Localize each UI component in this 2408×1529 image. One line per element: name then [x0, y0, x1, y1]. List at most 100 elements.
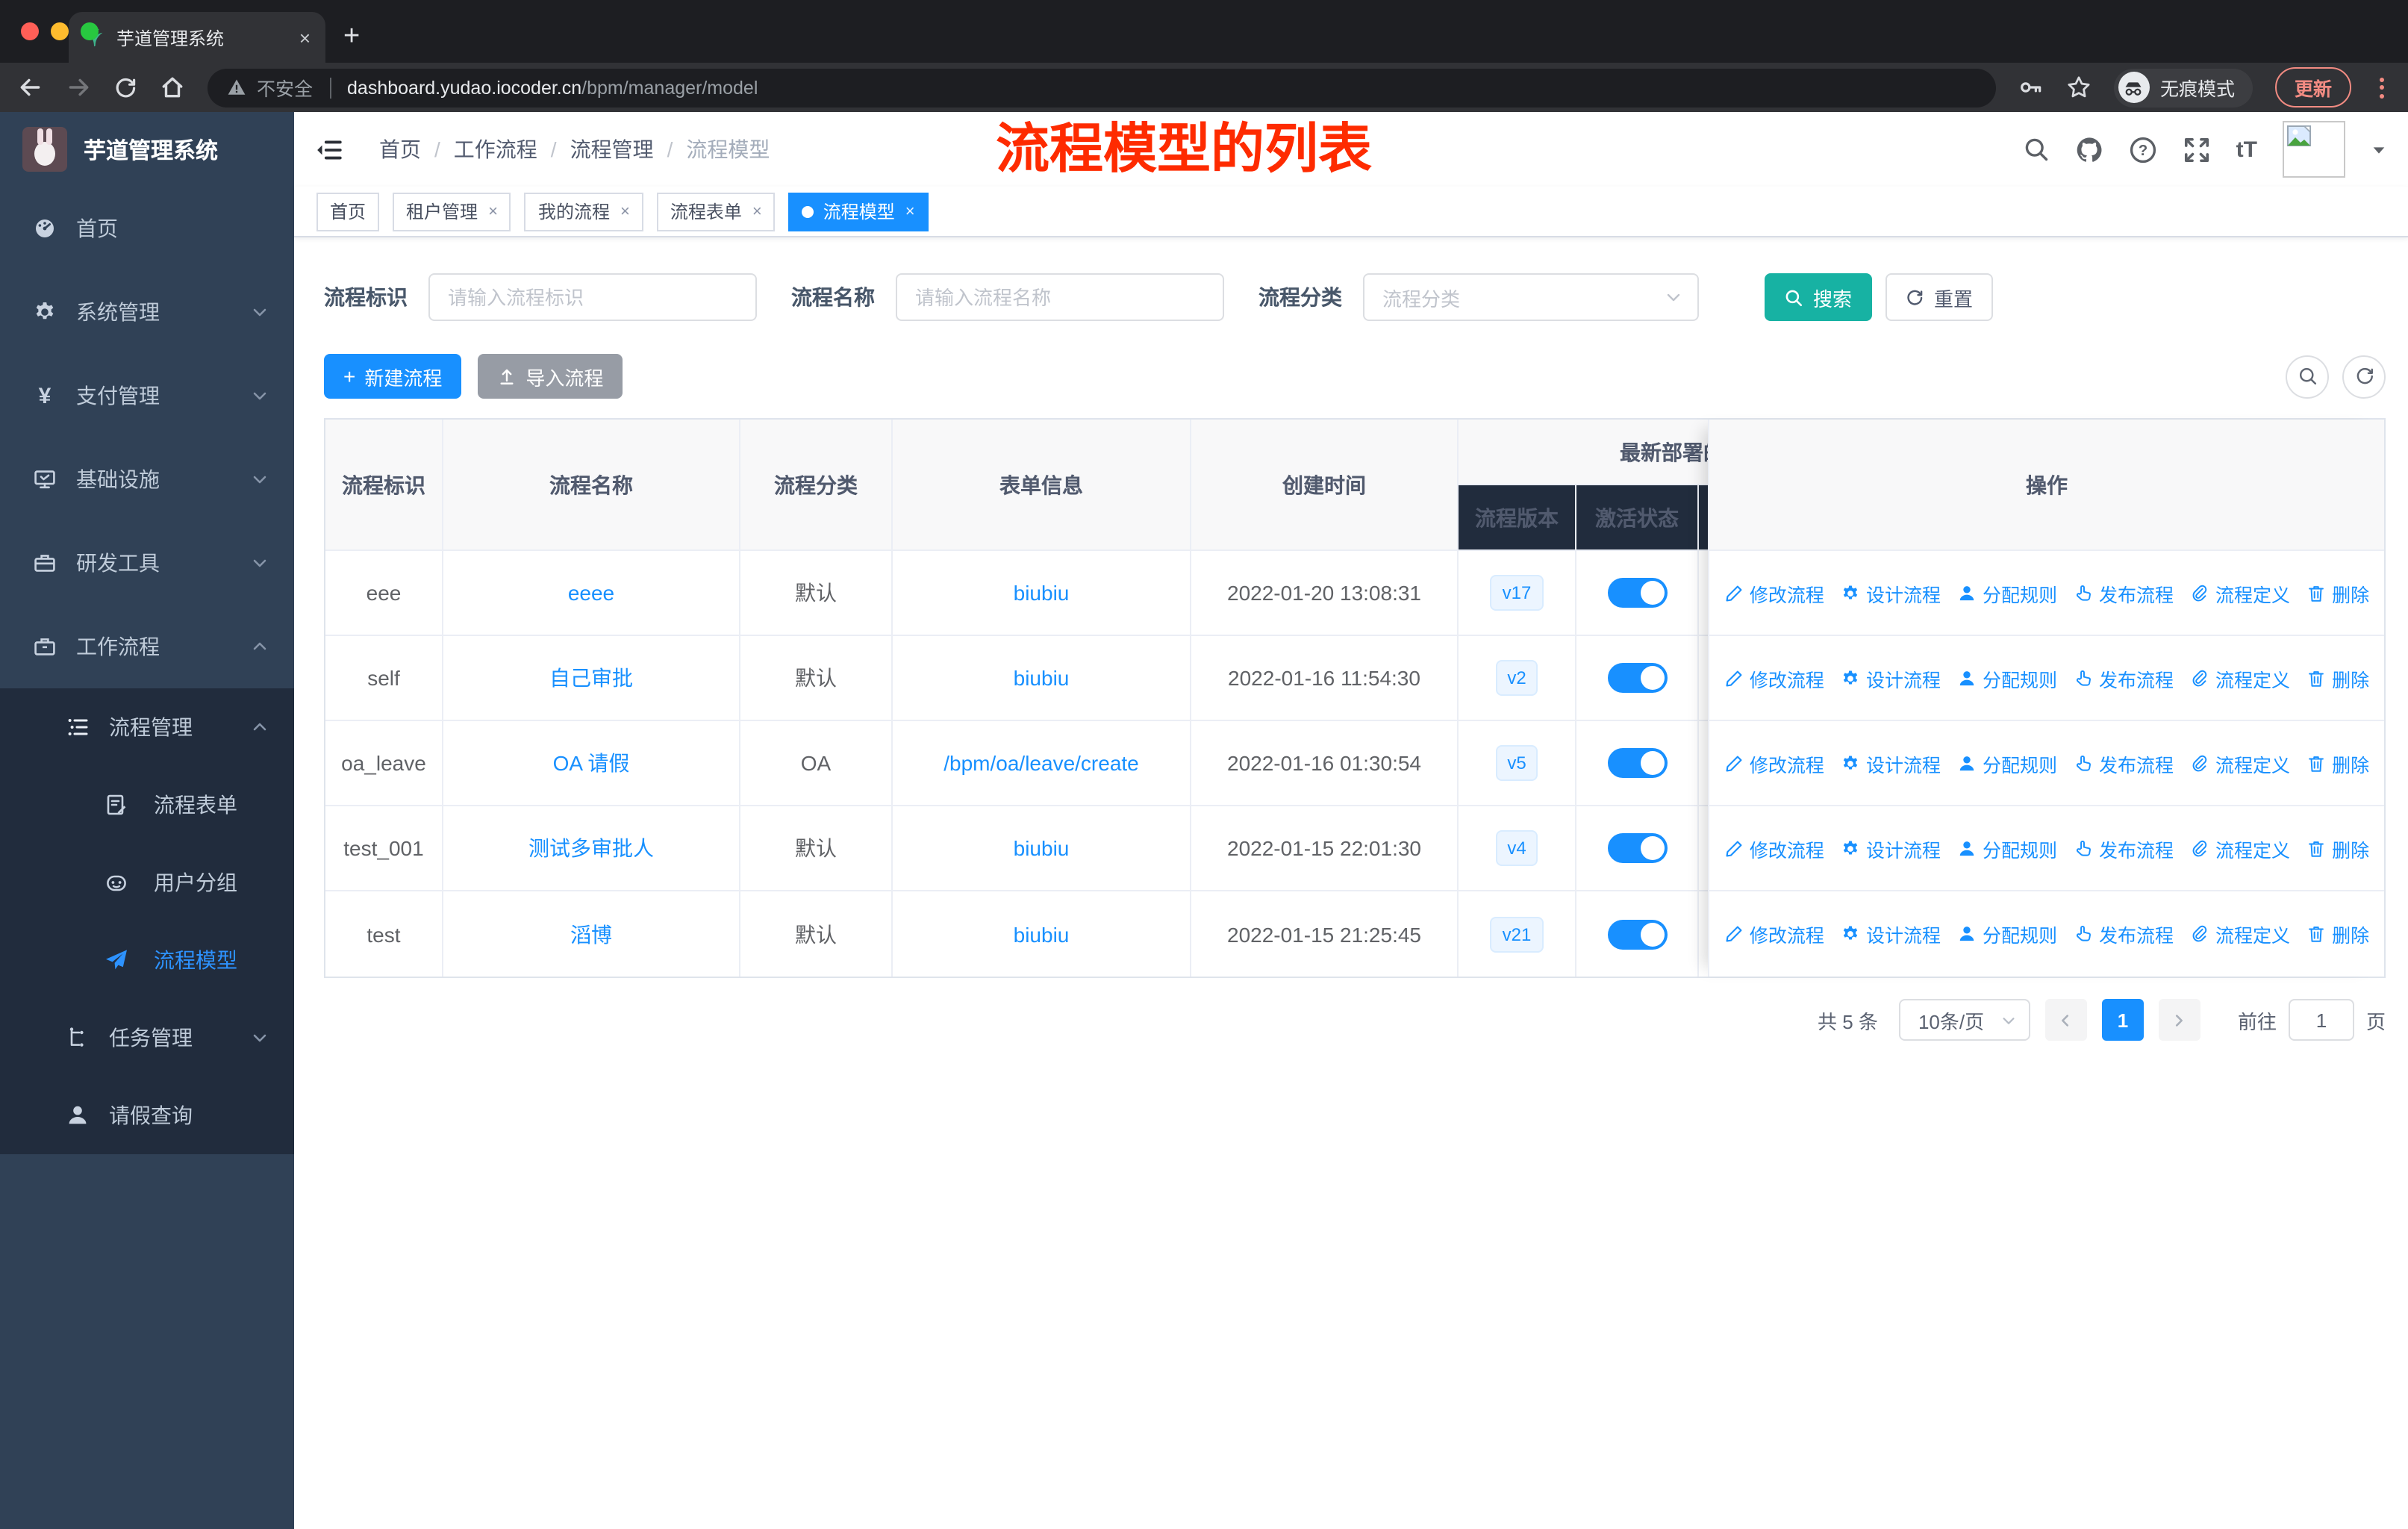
sidebar-item-payment[interactable]: ¥ 支付管理 — [0, 354, 294, 437]
breadcrumb-item[interactable]: 首页 — [379, 134, 421, 164]
process-name-link[interactable]: 自己审批 — [549, 663, 633, 693]
reset-button[interactable]: 重置 — [1885, 273, 1993, 321]
assign-rule-link[interactable]: 分配规则 — [1957, 834, 2057, 862]
sidebar-item-task-management[interactable]: 任务管理 — [0, 999, 294, 1077]
process-name-link[interactable]: OA 请假 — [553, 748, 630, 778]
sidebar-item-workflow[interactable]: 工作流程 — [0, 605, 294, 688]
process-definition-link[interactable]: 流程定义 — [2190, 920, 2290, 948]
import-process-button[interactable]: 导入流程 — [478, 354, 623, 399]
next-page-button[interactable] — [2158, 999, 2200, 1041]
zoom-window-button[interactable] — [81, 22, 99, 40]
app-logo[interactable]: 芋道管理系统 — [0, 112, 294, 187]
design-process-link[interactable]: 设计流程 — [1841, 579, 1941, 607]
tag-close-icon[interactable]: × — [488, 202, 498, 220]
sidebar-item-leave-query[interactable]: 请假查询 — [0, 1077, 294, 1154]
publish-process-link[interactable]: 发布流程 — [2074, 749, 2174, 777]
sidebar-item-system[interactable]: 系统管理 — [0, 270, 294, 354]
form-info-link[interactable]: biubiu — [1014, 836, 1070, 860]
process-id-input[interactable] — [428, 273, 757, 321]
help-icon[interactable]: ? — [2129, 135, 2157, 164]
tag-process-form[interactable]: 流程表单 × — [656, 192, 776, 231]
active-toggle[interactable] — [1607, 833, 1667, 863]
sidebar-item-home[interactable]: 首页 — [0, 187, 294, 270]
form-info-link[interactable]: biubiu — [1014, 922, 1070, 946]
page-url[interactable]: dashboard.yudao.iocoder.cn/bpm/manager/m… — [347, 77, 758, 98]
sidebar-item-process-form[interactable]: 流程表单 — [0, 766, 294, 844]
sidebar-item-process-model[interactable]: 流程模型 — [0, 921, 294, 999]
forward-icon[interactable] — [66, 75, 91, 100]
refresh-table-button[interactable] — [2342, 355, 2386, 398]
back-icon[interactable] — [18, 75, 43, 100]
modify-process-link[interactable]: 修改流程 — [1724, 920, 1824, 948]
sidebar-item-user-group[interactable]: 用户分组 — [0, 844, 294, 921]
github-icon[interactable] — [2075, 135, 2103, 164]
key-icon[interactable] — [2018, 75, 2044, 100]
design-process-link[interactable]: 设计流程 — [1841, 834, 1941, 862]
home-icon[interactable] — [160, 75, 185, 100]
show-search-button[interactable] — [2286, 355, 2329, 398]
sidebar-item-infrastructure[interactable]: 基础设施 — [0, 437, 294, 521]
tab-close-icon[interactable]: × — [299, 26, 311, 49]
process-name-link[interactable]: 滔博 — [570, 919, 612, 949]
publish-process-link[interactable]: 发布流程 — [2074, 834, 2174, 862]
process-definition-link[interactable]: 流程定义 — [2190, 834, 2290, 862]
search-icon[interactable] — [2023, 136, 2050, 163]
bookmark-star-icon[interactable] — [2066, 75, 2092, 100]
browser-menu-icon[interactable] — [2380, 77, 2384, 98]
search-button[interactable]: 搜索 — [1765, 273, 1872, 321]
prev-page-button[interactable] — [2044, 999, 2087, 1041]
assign-rule-link[interactable]: 分配规则 — [1957, 664, 2057, 692]
warning-icon[interactable] — [227, 78, 246, 97]
tag-my-process[interactable]: 我的流程 × — [524, 192, 643, 231]
delete-link[interactable]: 删除 — [2306, 749, 2369, 777]
avatar-dropdown-icon[interactable] — [2371, 141, 2387, 158]
browser-tab[interactable]: 芋道管理系统 × — [69, 12, 325, 63]
active-toggle[interactable] — [1607, 578, 1667, 608]
process-name-link[interactable]: 测试多审批人 — [528, 833, 654, 863]
design-process-link[interactable]: 设计流程 — [1841, 749, 1941, 777]
process-definition-link[interactable]: 流程定义 — [2190, 664, 2290, 692]
form-info-link[interactable]: /bpm/oa/leave/create — [943, 751, 1139, 775]
active-toggle[interactable] — [1607, 748, 1667, 778]
tag-close-icon[interactable]: × — [905, 202, 915, 220]
publish-process-link[interactable]: 发布流程 — [2074, 920, 2174, 948]
form-info-link[interactable]: biubiu — [1014, 666, 1070, 690]
modify-process-link[interactable]: 修改流程 — [1724, 664, 1824, 692]
browser-update-button[interactable]: 更新 — [2274, 67, 2351, 108]
process-definition-link[interactable]: 流程定义 — [2190, 749, 2290, 777]
fullscreen-icon[interactable] — [2183, 135, 2211, 164]
font-size-icon[interactable]: tT — [2236, 137, 2257, 162]
modify-process-link[interactable]: 修改流程 — [1724, 834, 1824, 862]
new-tab-button[interactable]: + — [343, 21, 360, 54]
sidebar-item-process-management[interactable]: 流程管理 — [0, 688, 294, 766]
publish-process-link[interactable]: 发布流程 — [2074, 664, 2174, 692]
delete-link[interactable]: 删除 — [2306, 920, 2369, 948]
security-label[interactable]: 不安全 — [257, 73, 313, 102]
sidebar-collapse-icon[interactable] — [315, 135, 343, 164]
process-definition-link[interactable]: 流程定义 — [2190, 579, 2290, 607]
address-bar[interactable]: 不安全 dashboard.yudao.iocoder.cn/bpm/manag… — [208, 68, 1996, 107]
avatar[interactable] — [2283, 121, 2345, 178]
goto-page-input[interactable] — [2288, 999, 2354, 1041]
modify-process-link[interactable]: 修改流程 — [1724, 749, 1824, 777]
process-category-select[interactable]: 流程分类 — [1363, 273, 1699, 321]
close-window-button[interactable] — [21, 22, 39, 40]
process-name-link[interactable]: eeee — [568, 581, 614, 605]
process-name-input[interactable] — [896, 273, 1224, 321]
tag-process-model[interactable]: 流程模型 × — [788, 192, 929, 231]
tag-close-icon[interactable]: × — [752, 202, 762, 220]
delete-link[interactable]: 删除 — [2306, 834, 2369, 862]
assign-rule-link[interactable]: 分配规则 — [1957, 579, 2057, 607]
tag-tenant[interactable]: 租户管理 × — [393, 192, 511, 231]
minimize-window-button[interactable] — [51, 22, 69, 40]
page-number-1[interactable]: 1 — [2101, 999, 2144, 1041]
tag-home[interactable]: 首页 — [316, 192, 380, 231]
page-size-select[interactable]: 10条/页 — [1898, 999, 2030, 1041]
sidebar-item-dev-tools[interactable]: 研发工具 — [0, 521, 294, 605]
reload-icon[interactable] — [113, 75, 137, 99]
modify-process-link[interactable]: 修改流程 — [1724, 579, 1824, 607]
create-process-button[interactable]: + 新建流程 — [324, 354, 462, 399]
delete-link[interactable]: 删除 — [2306, 664, 2369, 692]
tag-close-icon[interactable]: × — [620, 202, 630, 220]
active-toggle[interactable] — [1607, 663, 1667, 693]
